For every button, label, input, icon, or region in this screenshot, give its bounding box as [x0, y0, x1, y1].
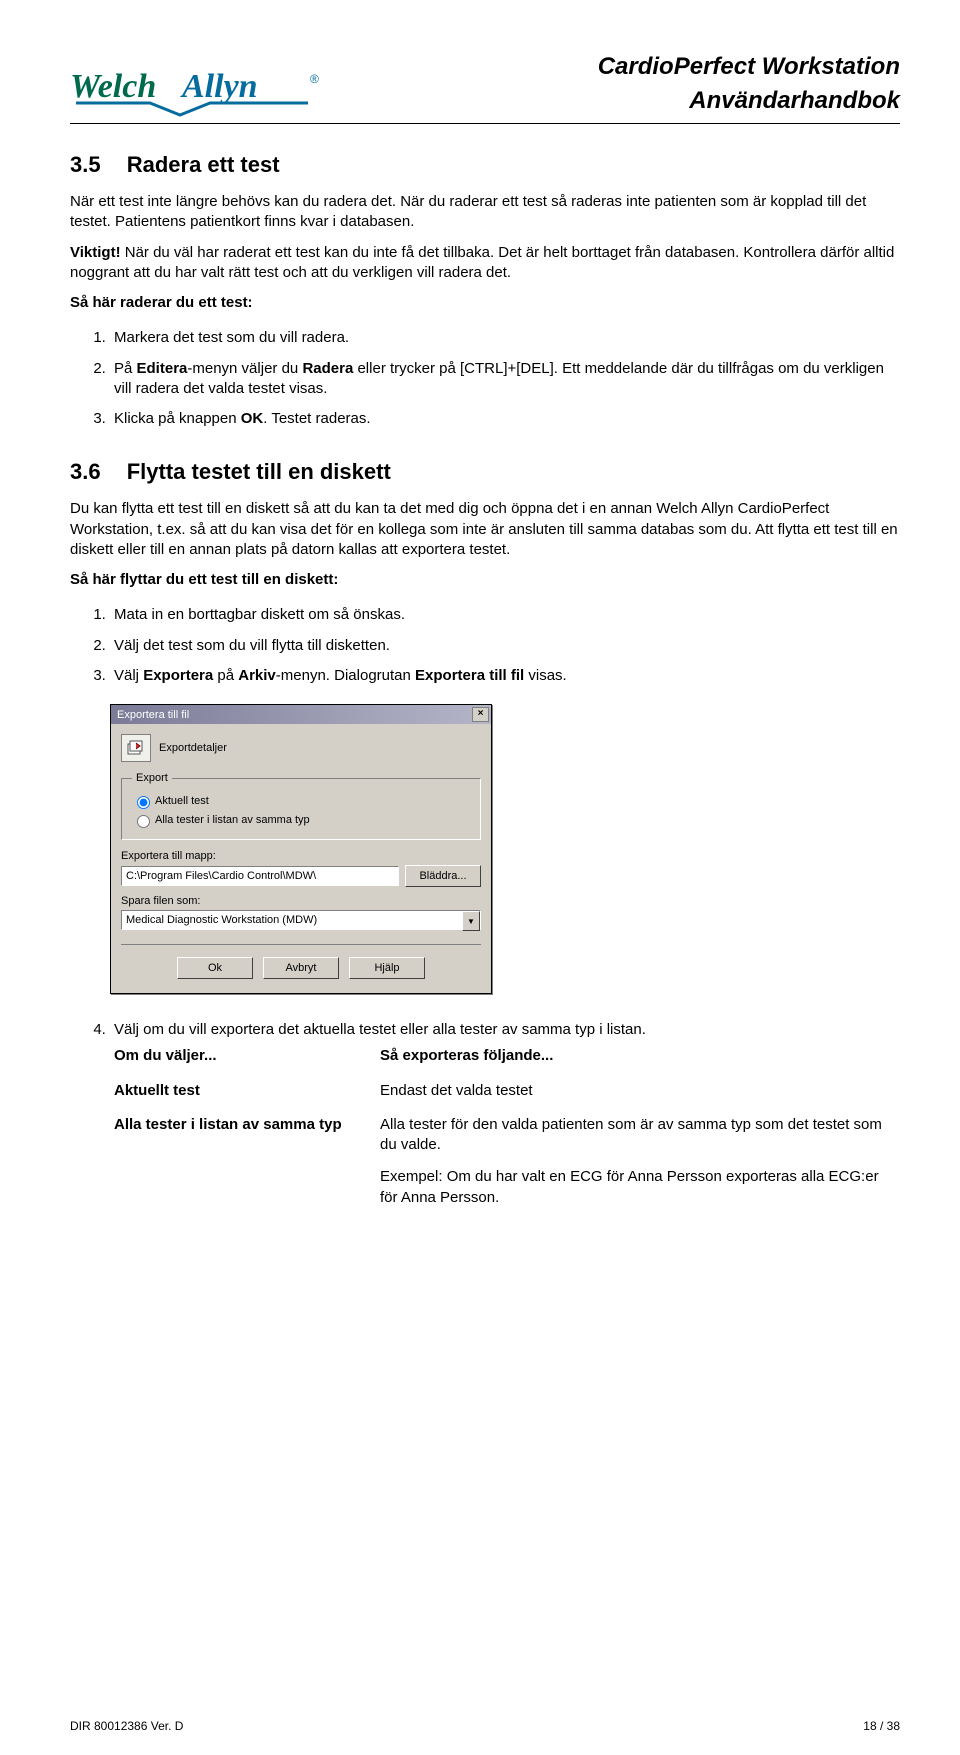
svg-text:Welch: Welch	[70, 68, 156, 105]
page-header: Welch Allyn ® CardioPerfect Workstation …	[70, 50, 900, 124]
radio-current-test-input[interactable]	[137, 796, 150, 809]
radio-current-test[interactable]: Aktuell test	[132, 793, 470, 809]
table-row-2-example: Exempel: Om du har valt en ECG för Anna …	[380, 1167, 900, 1208]
footer-doc-id: DIR 80012386 Ver. D	[70, 1719, 183, 1733]
delete-step-1: Markera det test som du vill radera.	[110, 328, 900, 348]
export-legend: Export	[132, 772, 172, 784]
doc-title: Användarhandbok	[598, 84, 900, 118]
section-3-5-intro: När ett test inte längre behövs kan du r…	[70, 192, 900, 233]
radio-all-tests[interactable]: Alla tester i listan av samma typ	[132, 812, 470, 828]
howto-delete-title: Så här raderar du ett test:	[70, 293, 900, 313]
export-step-2: Välj det test som du vill flytta till di…	[110, 636, 900, 656]
section-number: 3.5	[70, 152, 101, 177]
section-3-5-heading: 3.5 Radera ett test	[70, 152, 900, 178]
table-row-2-choice: Alla tester i listan av samma typ	[114, 1115, 364, 1208]
export-steps: Mata in en borttagbar diskett om så önsk…	[70, 605, 900, 686]
browse-button[interactable]: Bläddra...	[405, 865, 481, 887]
delete-steps: Markera det test som du vill radera. På …	[70, 328, 900, 429]
export-step-3: Välj Exportera på Arkiv-menyn. Dialogrut…	[110, 666, 900, 686]
section-title: Radera ett test	[127, 152, 280, 177]
svg-text:®: ®	[310, 72, 319, 86]
help-button[interactable]: Hjälp	[349, 957, 425, 979]
dialog-details-row: Exportdetaljer	[121, 734, 481, 762]
brand-logo: Welch Allyn ®	[70, 63, 330, 117]
export-group: Export Aktuell test Alla tester i listan…	[121, 772, 481, 840]
product-title: CardioPerfect Workstation	[598, 50, 900, 84]
footer-page-number: 18 / 38	[863, 1719, 900, 1733]
export-dialog: Exportera till fil × Exportdetaljer Expo…	[110, 704, 492, 994]
chevron-down-icon[interactable]: ▼	[462, 911, 480, 931]
folder-label: Exportera till mapp:	[121, 850, 481, 862]
delete-step-2: På Editera-menyn väljer du Radera eller …	[110, 359, 900, 400]
dialog-title: Exportera till fil	[117, 709, 189, 721]
export-step-1: Mata in en borttagbar diskett om så önsk…	[110, 605, 900, 625]
radio-all-tests-input[interactable]	[137, 815, 150, 828]
table-header-result: Så exporteras följande...	[380, 1046, 900, 1066]
export-details-icon	[121, 734, 151, 762]
table-row-1-result: Endast det valda testet	[380, 1081, 900, 1101]
export-step-4: Välj om du vill exportera det aktuella t…	[110, 1020, 900, 1208]
export-details-label: Exportdetaljer	[159, 742, 227, 754]
delete-step-3: Klicka på knappen OK. Testet raderas.	[110, 409, 900, 429]
section-title: Flytta testet till en diskett	[127, 459, 391, 484]
section-3-5-important: Viktigt! När du väl har raderat ett test…	[70, 243, 900, 284]
svg-text:Allyn: Allyn	[180, 68, 258, 105]
save-as-label: Spara filen som:	[121, 895, 481, 907]
ok-button[interactable]: Ok	[177, 957, 253, 979]
important-text: När du väl har raderat ett test kan du i…	[70, 244, 894, 281]
section-3-6-intro: Du kan flytta ett test till en diskett s…	[70, 499, 900, 560]
important-label: Viktigt!	[70, 244, 121, 261]
table-header-choice: Om du väljer...	[114, 1046, 364, 1066]
page-footer: DIR 80012386 Ver. D 18 / 38	[70, 1719, 900, 1733]
cancel-button[interactable]: Avbryt	[263, 957, 339, 979]
welchallyn-logo-icon: Welch Allyn ®	[70, 63, 330, 117]
file-format-select[interactable]	[121, 910, 481, 930]
table-row-1-choice: Aktuellt test	[114, 1081, 364, 1101]
close-icon[interactable]: ×	[472, 707, 489, 722]
section-3-6-heading: 3.6 Flytta testet till en diskett	[70, 459, 900, 485]
table-row-2-result: Alla tester för den valda patienten som …	[380, 1115, 900, 1208]
header-titles: CardioPerfect Workstation Användarhandbo…	[598, 50, 900, 117]
export-folder-input[interactable]	[121, 866, 399, 886]
howto-export-title: Så här flyttar du ett test till en diske…	[70, 570, 900, 590]
section-number: 3.6	[70, 459, 101, 484]
export-steps-cont: Välj om du vill exportera det aktuella t…	[70, 1020, 900, 1208]
dialog-titlebar[interactable]: Exportera till fil ×	[111, 705, 491, 724]
